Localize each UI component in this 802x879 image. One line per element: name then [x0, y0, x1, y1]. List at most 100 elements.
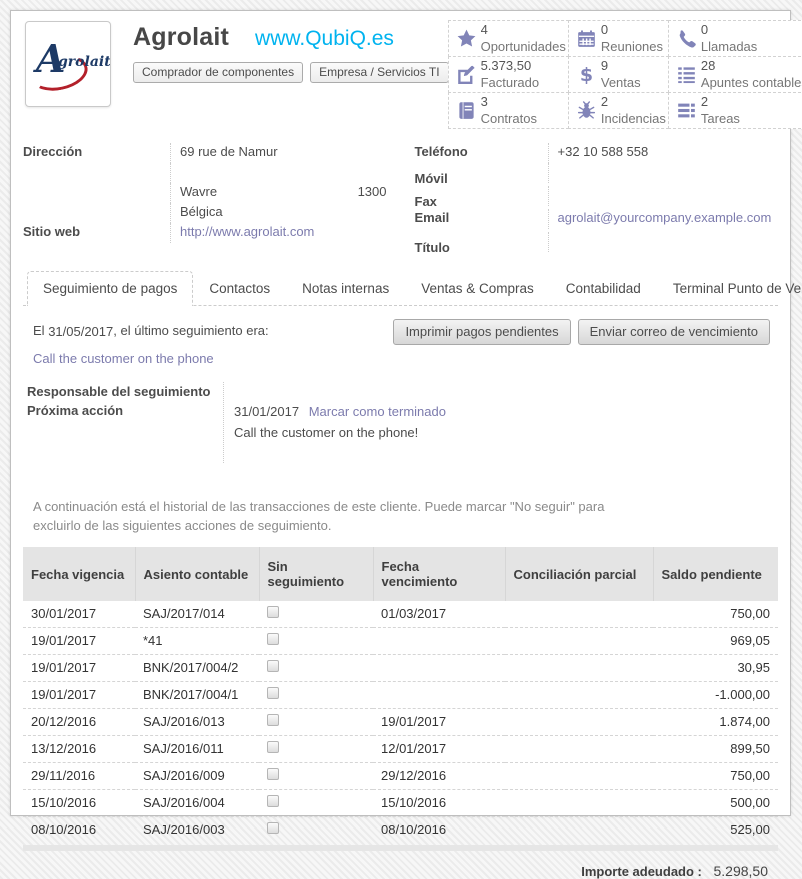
total-due-value: 5.298,50 — [714, 863, 769, 879]
cell-fecha-vencimiento: 12/01/2017 — [373, 736, 505, 763]
stat-label: Reuniones — [601, 39, 663, 55]
edit-icon — [457, 65, 481, 84]
table-row[interactable]: 30/01/2017 SAJ/2017/014 01/03/2017 750,0… — [23, 601, 778, 628]
cell-conciliacion-parcial — [505, 628, 653, 655]
stat-label: Ventas — [601, 75, 641, 91]
cell-fecha-vigencia: 19/01/2017 — [23, 682, 135, 709]
table-row[interactable]: 15/10/2016 SAJ/2016/004 15/10/2016 500,0… — [23, 790, 778, 817]
no-follow-checkbox[interactable] — [267, 822, 279, 834]
no-follow-checkbox[interactable] — [267, 606, 279, 618]
stat-button[interactable]: $ 9 Ventas — [568, 56, 669, 93]
tab[interactable]: Contactos — [193, 271, 286, 306]
cell-sin-seguimiento — [259, 655, 373, 682]
cell-asiento-contable: SAJ/2017/014 — [135, 601, 259, 628]
calendar-icon — [577, 29, 601, 48]
table-row[interactable]: 13/12/2016 SAJ/2016/011 12/01/2017 899,5… — [23, 736, 778, 763]
cell-conciliacion-parcial — [505, 655, 653, 682]
qubiq-website-link[interactable]: www.QubiQ.es — [255, 27, 394, 51]
cell-sin-seguimiento — [259, 709, 373, 736]
zip-value: 1300 — [358, 184, 401, 202]
email-label: Email — [415, 210, 548, 225]
tab[interactable]: Ventas & Compras — [405, 271, 550, 306]
col-saldo-pendiente: Saldo pendiente — [653, 547, 778, 601]
no-follow-checkbox[interactable] — [267, 741, 279, 753]
no-follow-checkbox[interactable] — [267, 633, 279, 645]
table-row[interactable]: 19/01/2017 BNK/2017/004/1 -1.000,00 — [23, 682, 778, 709]
table-row[interactable]: 08/10/2016 SAJ/2016/003 08/10/2016 525,0… — [23, 817, 778, 844]
cell-fecha-vencimiento: 08/10/2016 — [373, 817, 505, 844]
stat-value: 4 — [481, 22, 566, 38]
col-fecha-vigencia: Fecha vigencia — [23, 547, 135, 601]
stat-label: Oportunidades — [481, 39, 566, 55]
responsible-label: Responsable del seguimiento — [27, 382, 223, 401]
followup-fields: Responsable del seguimiento Próxima acci… — [23, 382, 778, 463]
cell-saldo-pendiente: 500,00 — [653, 790, 778, 817]
cell-sin-seguimiento — [259, 817, 373, 844]
website-label: Sitio web — [23, 224, 170, 239]
stat-label: Facturado — [481, 75, 540, 91]
phone-icon — [677, 29, 701, 48]
total-due-label: Importe adeudado : — [581, 864, 702, 879]
cell-asiento-contable: SAJ/2016/011 — [135, 736, 259, 763]
tab[interactable]: Notas internas — [286, 271, 405, 306]
cell-sin-seguimiento — [259, 601, 373, 628]
mark-as-done-link[interactable]: Marcar como terminado — [309, 404, 446, 419]
tab[interactable]: Seguimiento de pagos — [27, 271, 193, 306]
no-follow-checkbox[interactable] — [267, 768, 279, 780]
notebook-tabs: Seguimiento de pagos Contactos Notas int… — [23, 271, 778, 306]
stat-button[interactable]: 5.373,50 Facturado — [448, 56, 569, 93]
table-row[interactable]: 29/11/2016 SAJ/2016/009 29/12/2016 750,0… — [23, 763, 778, 790]
table-row[interactable]: 19/01/2017 BNK/2017/004/2 30,95 — [23, 655, 778, 682]
stat-button[interactable]: 28 Apuntes contables — [668, 56, 802, 93]
star-icon — [457, 29, 481, 48]
stat-value: 0 — [701, 22, 757, 38]
partner-details: Dirección 69 rue de Namur Wavre 1300 Bél… — [23, 143, 778, 255]
cell-conciliacion-parcial — [505, 736, 653, 763]
stat-button[interactable]: 4 Oportunidades — [448, 20, 569, 57]
phone-label: Teléfono — [415, 144, 548, 159]
print-overdue-payments-button[interactable]: Imprimir pagos pendientes — [393, 319, 570, 345]
col-fecha-vencimiento: Fecha vencimiento — [373, 547, 505, 601]
fax-label: Fax — [415, 194, 548, 209]
cell-fecha-vencimiento: 01/03/2017 — [373, 601, 505, 628]
partner-website-link[interactable]: http://www.agrolait.com — [180, 224, 314, 242]
cell-fecha-vigencia: 19/01/2017 — [23, 655, 135, 682]
stat-value: 2 — [701, 94, 740, 110]
email-value-link[interactable]: agrolait@yourcompany.example.com — [558, 210, 772, 228]
cell-saldo-pendiente: 30,95 — [653, 655, 778, 682]
svg-text:$: $ — [580, 65, 593, 84]
stat-value: 0 — [601, 22, 663, 38]
city-value: Wavre — [180, 184, 217, 202]
table-row[interactable]: 20/12/2016 SAJ/2016/013 19/01/2017 1.874… — [23, 709, 778, 736]
cell-conciliacion-parcial — [505, 682, 653, 709]
no-follow-checkbox[interactable] — [267, 687, 279, 699]
no-follow-checkbox[interactable] — [267, 660, 279, 672]
stat-value: 2 — [601, 94, 666, 110]
cell-fecha-vencimiento: 29/12/2016 — [373, 763, 505, 790]
stat-button[interactable]: 2 Tareas — [668, 92, 802, 129]
next-action-text: Call the customer on the phone! — [234, 422, 778, 443]
stat-button[interactable]: 0 Reuniones — [568, 20, 669, 57]
stat-button[interactable]: 0 Llamadas — [668, 20, 802, 57]
stat-label: Tareas — [701, 111, 740, 127]
tab[interactable]: Contabilidad — [550, 271, 657, 306]
stat-button[interactable]: 3 Contratos — [448, 92, 569, 129]
cell-fecha-vigencia: 29/11/2016 — [23, 763, 135, 790]
street-value: 69 rue de Namur — [180, 144, 278, 162]
cell-asiento-contable: BNK/2017/004/2 — [135, 655, 259, 682]
last-followup-date: 31/05/2017 — [48, 324, 113, 339]
cell-fecha-vencimiento: 15/10/2016 — [373, 790, 505, 817]
mobile-label: Móvil — [415, 171, 548, 186]
tab[interactable]: Terminal Punto de Venta — [657, 271, 802, 306]
table-row[interactable]: 19/01/2017 *41 969,05 — [23, 628, 778, 655]
no-follow-checkbox[interactable] — [267, 795, 279, 807]
col-conciliacion-parcial: Conciliación parcial — [505, 547, 653, 601]
cell-asiento-contable: *41 — [135, 628, 259, 655]
send-overdue-email-button[interactable]: Enviar correo de vencimiento — [578, 319, 770, 345]
no-follow-checkbox[interactable] — [267, 714, 279, 726]
cell-asiento-contable: SAJ/2016/004 — [135, 790, 259, 817]
last-followup-action-link[interactable]: Call the customer on the phone — [33, 351, 214, 366]
cell-fecha-vencimiento — [373, 628, 505, 655]
stat-button[interactable]: 2 Incidencias — [568, 92, 669, 129]
stat-label: Llamadas — [701, 39, 757, 55]
